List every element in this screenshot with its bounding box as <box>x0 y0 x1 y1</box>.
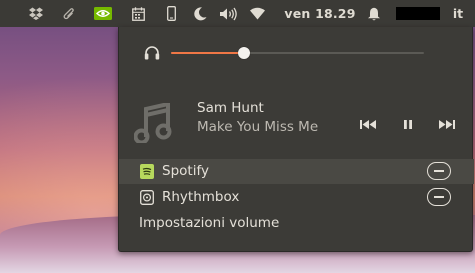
next-icon[interactable] <box>436 115 458 133</box>
music-note-icon <box>133 101 172 147</box>
app-item-spotify[interactable]: Spotify <box>119 159 474 184</box>
user-name-redacted[interactable] <box>395 0 441 27</box>
close-app-button[interactable] <box>427 162 451 180</box>
rhythmbox-icon <box>140 190 154 205</box>
volume-icon[interactable] <box>217 0 239 27</box>
keyboard-layout-indicator[interactable]: it <box>450 0 466 27</box>
bell-icon[interactable] <box>365 0 383 27</box>
wifi-icon[interactable] <box>247 0 267 27</box>
track-title: Make You Miss Me <box>197 119 319 135</box>
clock[interactable]: ven 18.29 <box>284 0 356 27</box>
pause-icon[interactable] <box>397 115 419 133</box>
dropbox-icon[interactable] <box>27 0 45 27</box>
phone-icon[interactable] <box>164 0 178 27</box>
app-label-rhythmbox: Rhythmbox <box>162 189 240 205</box>
track-artist: Sam Hunt <box>197 100 264 116</box>
sound-settings-item[interactable]: Impostazioni volume <box>139 215 279 231</box>
nvidia-icon[interactable] <box>93 0 113 27</box>
close-app-button[interactable] <box>427 188 451 206</box>
volume-slider-handle[interactable] <box>238 47 250 59</box>
moon-icon[interactable] <box>192 0 208 27</box>
app-label-spotify: Spotify <box>162 163 209 179</box>
volume-slider-fill <box>171 52 244 54</box>
paperclip-icon[interactable] <box>61 0 77 27</box>
top-panel: ven 18.29 it <box>0 0 475 27</box>
media-player: Sam Hunt Make You Miss Me <box>119 95 474 155</box>
calendar-icon[interactable] <box>130 0 146 27</box>
volume-row <box>119 39 474 67</box>
previous-icon[interactable] <box>357 115 379 133</box>
minus-icon <box>434 170 444 172</box>
minus-icon <box>434 196 444 198</box>
spotify-icon <box>140 164 154 179</box>
volume-slider[interactable] <box>171 52 424 54</box>
headphones-icon <box>144 45 160 64</box>
app-item-rhythmbox[interactable]: Rhythmbox <box>119 185 474 210</box>
sound-menu: Sam Hunt Make You Miss Me Spotify Rhythm… <box>118 27 474 252</box>
